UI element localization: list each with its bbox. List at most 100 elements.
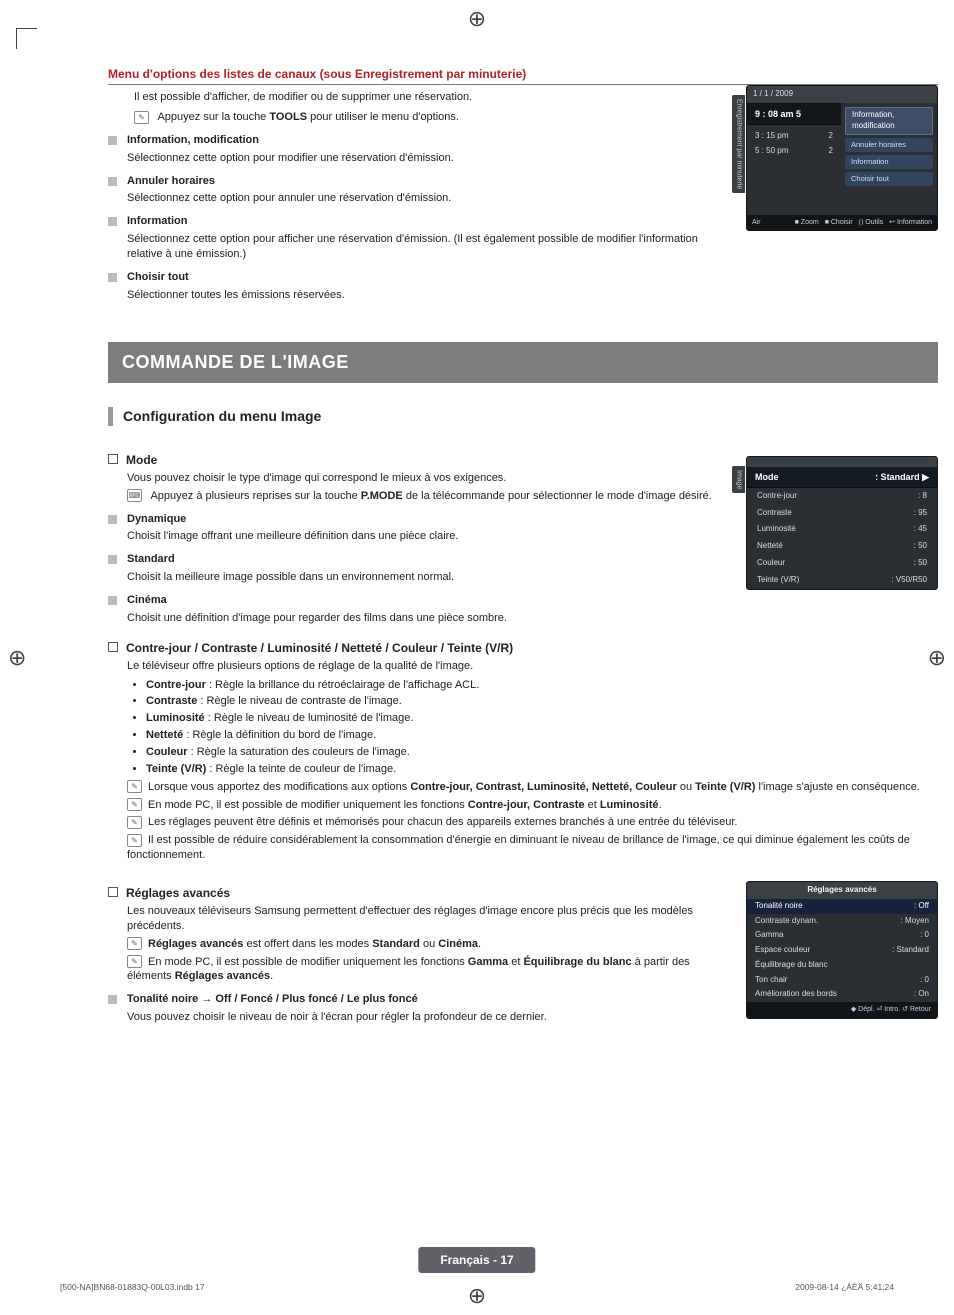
cj-b3d: : Règle la définition du bord de l'image… (183, 729, 376, 741)
opt-annuler-title: Annuler horaires (127, 174, 215, 189)
mode-cin-t: Cinéma (127, 593, 167, 608)
osd-timer-panel: 1 / 1 / 2009 9 : 08 am 5 3 : 15 pm2 5 : … (746, 85, 938, 231)
remote-icon: ⌨ (127, 489, 142, 502)
note-icon (127, 834, 142, 847)
cj-b3k: Netteté (146, 729, 183, 741)
note-icon (127, 798, 142, 811)
osd3-r6a: Amélioration des bords (755, 989, 837, 1000)
adv-n1-k: Réglages avancés (148, 938, 243, 950)
adv-n2-k1: Gamma (468, 956, 508, 968)
osd3-r3b: : Standard (892, 945, 929, 956)
adv-n2-k3: Réglages avancés (175, 970, 270, 982)
osd1-time: 9 : 08 am 5 (747, 103, 841, 125)
adv-n1-k2: Standard (372, 938, 420, 950)
osd1-menu-1: Annuler horaires (845, 138, 933, 152)
registration-mark-icon: ⊕ (468, 4, 486, 34)
cj-b1k: Contraste (146, 695, 197, 707)
osd2-p2a: Luminosité (757, 524, 796, 535)
note-icon (127, 816, 142, 829)
osd2-p5a: Teinte (V/R) (757, 575, 799, 586)
osd3-r3a: Espace couleur (755, 945, 810, 956)
osd1-row1b: 2 (829, 131, 833, 142)
adv-title: Réglages avancés (126, 885, 230, 901)
bullet-icon (108, 555, 117, 564)
tools-note-post: pour utiliser le menu d'options. (307, 111, 459, 123)
cj-b0k: Contre-jour (146, 679, 206, 691)
mode-cin-b: Choisit une définition d'image pour rega… (127, 611, 730, 626)
adv-n1-mid: ou (420, 938, 438, 950)
note-icon (127, 955, 142, 968)
osd3-r0b: : Off (914, 901, 929, 912)
mode-dyn-b: Choisit l'image offrant une meilleure dé… (127, 529, 730, 544)
osd1-menu-0: Information, modification (845, 107, 933, 135)
adv-intro: Les nouveaux téléviseurs Samsung permett… (127, 904, 730, 934)
cj-n2-k1: Contre-jour, Contraste (468, 799, 585, 811)
opt-info-title: Information (127, 214, 188, 229)
cj-n4: Il est possible de réduire considérablem… (127, 834, 910, 861)
cj-n2-post: . (658, 799, 661, 811)
adv-n2-mid: et (508, 956, 523, 968)
note-icon (127, 937, 142, 950)
mode-intro: Vous pouvez choisir le type d'image qui … (127, 471, 730, 486)
outline-bullet-icon (108, 642, 118, 652)
osd1-row1a: 3 : 15 pm (755, 131, 788, 142)
outline-bullet-icon (108, 454, 118, 464)
opt-annuler-body: Sélectionnez cette option pour annuler u… (127, 191, 730, 206)
cj-b5k: Teinte (V/R) (146, 763, 206, 775)
cj-n2-k2: Luminosité (600, 799, 659, 811)
adv-n1-rest: est offert dans les modes (243, 938, 372, 950)
osd3-r1b: : Moyen (901, 916, 929, 927)
bullet-icon (108, 217, 117, 226)
cj-title: Contre-jour / Contraste / Luminosité / N… (126, 640, 513, 656)
tonalite-body: Vous pouvez choisir le niveau de noir à … (127, 1010, 730, 1025)
pmode-post: de la télécommande pour sélectionner le … (403, 490, 712, 502)
registration-mark-icon: ⊕ (928, 643, 946, 673)
bullet-icon (108, 136, 117, 145)
bullet-icon (108, 177, 117, 186)
adv-n2-k2: Équilibrage du blanc (523, 956, 631, 968)
note-icon (127, 780, 142, 793)
osd3-footer: ◆ Dépl. ⏎ Intro. ↺ Retour (747, 1002, 937, 1017)
osd3-r6b: : On (914, 989, 929, 1000)
osd1-side-label: Enregistrement par minuterie (732, 95, 745, 193)
cj-b2d: : Règle le niveau de luminosité de l'ima… (205, 712, 414, 724)
osd3-r4a: Équilibrage du blanc (755, 960, 828, 971)
osd1-foot-2: ⟮⟯ Outils (859, 218, 884, 227)
opt-info-mod-title: Information, modification (127, 133, 259, 148)
osd2-p0b: : 8 (918, 491, 927, 502)
cj-n2-mid: et (585, 799, 600, 811)
osd3-r0a: Tonalité noire (755, 901, 803, 912)
cj-intro: Le téléviseur offre plusieurs options de… (127, 659, 938, 674)
cj-b0d: : Règle la brillance du rétroéclairage d… (206, 679, 479, 691)
osd3-r2b: : 0 (920, 930, 929, 941)
osd-advanced-panel: Réglages avancés Tonalité noire: Off Con… (746, 881, 938, 1019)
adv-n1-end: . (478, 938, 481, 950)
footer-file: [500-NA]BN68-01883Q-00L03.indb 17 (60, 1282, 205, 1293)
mode-std-b: Choisit la meilleure image possible dans… (127, 570, 730, 585)
opt-choisir-body: Sélectionner toutes les émissions réserv… (127, 288, 730, 303)
band-commande-image: COMMANDE DE L'IMAGE (108, 342, 938, 382)
adv-n1-k3: Cinéma (438, 938, 478, 950)
osd3-r5a: Ton chair (755, 975, 787, 986)
cj-n1-pre: Lorsque vous apportez des modifications … (148, 781, 410, 793)
osd2-p2b: : 45 (914, 524, 927, 535)
opt-info-mod-body: Sélectionnez cette option pour modifier … (127, 151, 730, 166)
cj-b4d: : Règle la saturation des couleurs de l'… (188, 746, 410, 758)
pmode-key: P.MODE (361, 490, 403, 502)
tools-note-pre: Appuyez sur la touche (157, 111, 269, 123)
osd1-foot-1: ■ Choisir (825, 218, 853, 227)
osd1-date: 1 / 1 / 2009 (747, 86, 937, 103)
tonalite-title: Tonalité noire → Off / Foncé / Plus fonc… (127, 992, 418, 1007)
bullet-icon (108, 273, 117, 282)
cj-b5d: : Règle la teinte de couleur de l'image. (206, 763, 396, 775)
cj-b4k: Couleur (146, 746, 188, 758)
outline-bullet-icon (108, 887, 118, 897)
bullet-icon (108, 515, 117, 524)
intro-line: Il est possible d'afficher, de modifier … (134, 90, 730, 105)
osd2-p1a: Contraste (757, 508, 792, 519)
cj-n3: Les réglages peuvent être définis et mém… (148, 816, 737, 828)
cj-b1d: : Règle le niveau de contraste de l'imag… (197, 695, 402, 707)
cj-n1-k1: Contre-jour, Contrast, Luminosité, Nette… (410, 781, 676, 793)
adv-n2-pre: En mode PC, il est possible de modifier … (148, 956, 468, 968)
cj-n1-k2: Teinte (V/R) (695, 781, 755, 793)
